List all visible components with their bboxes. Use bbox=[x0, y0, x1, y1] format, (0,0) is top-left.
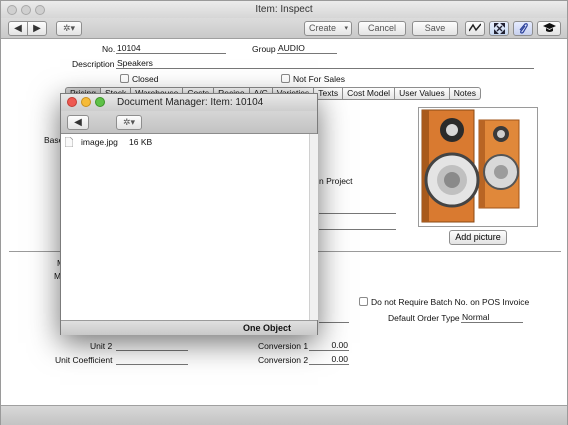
toolbar: ◀ ▶ ✲▾ Create ▾ Cancel Save bbox=[1, 18, 567, 39]
doc-actions-button[interactable]: ✲▾ bbox=[116, 115, 142, 130]
tab-cost-model[interactable]: Cost Model bbox=[343, 87, 396, 100]
graph-button[interactable] bbox=[465, 21, 485, 36]
default-order-type-field[interactable]: Normal bbox=[461, 312, 523, 323]
zoom-window-button[interactable] bbox=[35, 5, 45, 15]
graph-icon bbox=[468, 23, 482, 32]
expand-button[interactable] bbox=[489, 21, 509, 36]
doc-title: Document Manager: Item: 10104 bbox=[117, 97, 264, 108]
doc-toolbar: ◀ ✲▾ bbox=[61, 111, 317, 134]
closed-checkbox[interactable] bbox=[120, 74, 129, 83]
description-label: Description bbox=[72, 59, 115, 69]
doc-zoom-button[interactable] bbox=[95, 97, 105, 107]
expand-icon bbox=[492, 22, 506, 35]
gear-icon: ✲▾ bbox=[62, 23, 76, 33]
document-manager-window: Document Manager: Item: 10104 ◀ ✲▾ image… bbox=[60, 93, 318, 335]
list-item[interactable]: image.jpg 16 KB bbox=[65, 136, 305, 149]
group-field[interactable]: AUDIO bbox=[277, 43, 337, 54]
tab-notes[interactable]: Notes bbox=[449, 87, 481, 100]
window-title: Item: Inspect bbox=[255, 4, 313, 15]
conversion1-field[interactable]: 0.00 bbox=[309, 340, 349, 351]
unit-coefficient-label: Unit Coefficient bbox=[55, 355, 113, 365]
status-bar bbox=[1, 405, 567, 425]
graduation-cap-icon bbox=[542, 23, 556, 32]
window-titlebar: Item: Inspect bbox=[1, 1, 567, 18]
default-order-type-label: Default Order Type bbox=[388, 313, 460, 323]
actions-menu-button[interactable]: ✲▾ bbox=[56, 21, 82, 36]
not-for-sales-label: Not For Sales bbox=[293, 74, 345, 84]
back-arrow-icon: ◀ bbox=[14, 23, 22, 34]
tab-user-values[interactable]: User Values bbox=[395, 87, 450, 100]
unit2-field[interactable] bbox=[116, 340, 188, 351]
doc-minimize-button[interactable] bbox=[81, 97, 91, 107]
forward-button[interactable]: ▶ bbox=[27, 21, 47, 36]
help-button[interactable] bbox=[537, 21, 561, 36]
gear-icon: ✲▾ bbox=[122, 117, 136, 127]
attachment-button[interactable] bbox=[513, 21, 533, 36]
create-button[interactable]: Create ▾ bbox=[304, 21, 352, 36]
conversion2-label: Conversion 2 bbox=[258, 355, 309, 365]
obscured-field-line-3[interactable] bbox=[319, 322, 349, 323]
tab-texts[interactable]: Texts bbox=[314, 87, 344, 100]
save-button[interactable]: Save bbox=[412, 21, 458, 36]
minimize-window-button[interactable] bbox=[21, 5, 31, 15]
obscured-field-line-1[interactable] bbox=[319, 213, 396, 214]
conversion2-field[interactable]: 0.00 bbox=[309, 354, 349, 365]
item-picture bbox=[418, 107, 538, 227]
file-name: image.jpg bbox=[81, 137, 118, 147]
file-icon bbox=[65, 137, 73, 147]
add-picture-button[interactable]: Add picture bbox=[449, 230, 507, 245]
conversion1-label: Conversion 1 bbox=[258, 341, 309, 351]
doc-scrollbar[interactable] bbox=[309, 134, 318, 320]
not-for-sales-checkbox[interactable] bbox=[281, 74, 290, 83]
batch-label: Do not Require Batch No. on POS Invoice bbox=[371, 297, 530, 307]
forward-arrow-icon: ▶ bbox=[33, 23, 41, 34]
doc-titlebar: Document Manager: Item: 10104 bbox=[61, 94, 317, 111]
batch-checkbox[interactable] bbox=[359, 297, 368, 306]
group-label: Group bbox=[252, 44, 276, 54]
back-button[interactable]: ◀ bbox=[8, 21, 28, 36]
doc-back-button[interactable]: ◀ bbox=[67, 115, 89, 130]
create-label: Create bbox=[309, 23, 337, 33]
closed-label: Closed bbox=[132, 74, 159, 84]
unit-coefficient-field[interactable] bbox=[116, 354, 188, 365]
speakers-image bbox=[421, 109, 520, 223]
project-label: n Project bbox=[319, 176, 353, 186]
chevron-down-icon: ▾ bbox=[344, 25, 348, 32]
description-field[interactable]: Speakers bbox=[116, 58, 534, 69]
cancel-button[interactable]: Cancel bbox=[358, 21, 406, 36]
document-list[interactable]: image.jpg 16 KB bbox=[61, 134, 309, 320]
no-label: No. bbox=[102, 44, 116, 54]
file-size: 16 KB bbox=[129, 137, 153, 147]
close-window-button[interactable] bbox=[7, 5, 17, 15]
no-field[interactable]: 10104 bbox=[116, 43, 226, 54]
unit2-label: Unit 2 bbox=[90, 341, 113, 351]
paperclip-icon bbox=[519, 23, 528, 34]
obscured-field-line-2[interactable] bbox=[319, 229, 396, 230]
doc-close-button[interactable] bbox=[67, 97, 77, 107]
doc-status-footer: One Object bbox=[61, 320, 317, 335]
back-arrow-icon: ◀ bbox=[74, 117, 82, 128]
